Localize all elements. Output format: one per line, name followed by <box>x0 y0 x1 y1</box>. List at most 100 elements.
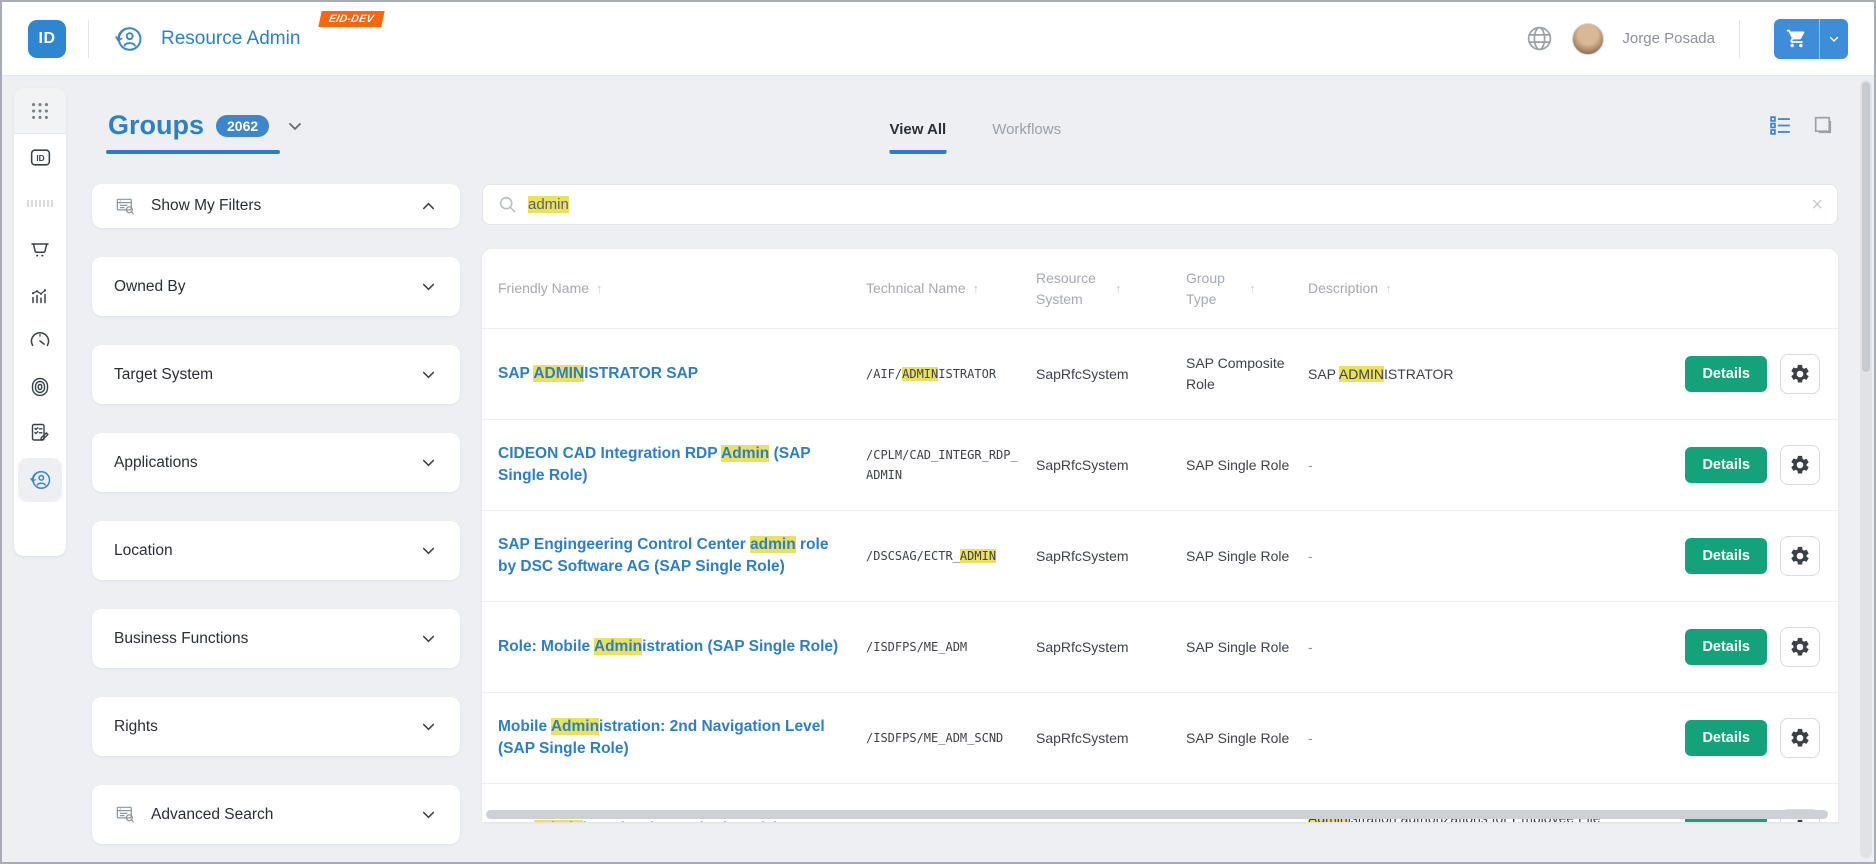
description: - <box>1308 638 1313 655</box>
divider <box>88 19 89 58</box>
vertical-scrollbar-track[interactable] <box>1860 80 1872 858</box>
cart-button[interactable] <box>1774 18 1848 59</box>
highlight: Admin <box>721 444 770 462</box>
description: - <box>1308 547 1313 564</box>
list-view-button[interactable] <box>1768 113 1793 138</box>
apps-grid-button[interactable] <box>14 88 66 134</box>
environment-badge: EID-DEV <box>318 11 385 27</box>
row-settings-button[interactable] <box>1780 536 1820 576</box>
sort-asc-icon <box>1249 281 1256 296</box>
highlight: ADMIN <box>959 548 997 563</box>
filter-label: Advanced Search <box>151 805 274 823</box>
user-avatar[interactable] <box>1572 22 1605 55</box>
row-settings-button[interactable] <box>1780 445 1820 485</box>
chevron-down-icon <box>419 541 438 560</box>
search-input[interactable]: admin × <box>482 184 1838 225</box>
brand-logo[interactable]: ID <box>28 19 66 58</box>
column-header-friendly-name[interactable]: Friendly Name <box>498 278 866 298</box>
column-header-technical-name[interactable]: Technical Name <box>866 278 1036 298</box>
nav-cart-button[interactable] <box>14 226 66 272</box>
nav-forms-button[interactable] <box>14 410 66 456</box>
group-type: SAP Single Role <box>1186 456 1290 473</box>
filter-label: Business Functions <box>114 629 249 647</box>
filter-owned-by[interactable]: Owned By <box>92 257 460 316</box>
friendly-name-link[interactable]: SAP ADMINISTRATOR SAP <box>498 363 866 385</box>
resource-admin-icon <box>111 22 145 56</box>
column-header-resource-system[interactable]: Resource System <box>1036 268 1186 309</box>
filter-rights[interactable]: Rights <box>92 697 460 756</box>
nav-analytics-button[interactable] <box>14 272 66 318</box>
details-button[interactable]: Details <box>1685 356 1767 392</box>
main-content: Groups 2062 View All Workflows Show My F… <box>92 88 1838 862</box>
chevron-down-icon <box>419 805 438 824</box>
chevron-down-icon[interactable] <box>285 116 305 136</box>
tab-bar: View All Workflows <box>889 121 1061 154</box>
card-view-button[interactable] <box>1811 113 1836 138</box>
tab-view-all[interactable]: View All <box>889 121 947 154</box>
app-title: Resource Admin <box>161 27 301 49</box>
groups-table: Friendly Name Technical Name Resource Sy… <box>482 249 1838 822</box>
technical-name: /ISDFPS/ME_ADM <box>866 639 968 654</box>
row-actions: Details <box>1662 536 1822 576</box>
chevron-down-icon <box>419 365 438 384</box>
details-button[interactable]: Details <box>1685 538 1767 574</box>
filter-location[interactable]: Location <box>92 521 460 580</box>
chevron-down-icon[interactable] <box>1820 19 1848 59</box>
table-row: CIDEON CAD Integration RDP Admin (SAP Si… <box>482 420 1838 511</box>
gear-icon <box>1789 363 1811 385</box>
filter-label: Applications <box>114 453 198 471</box>
nav-resource-admin-button-active[interactable] <box>18 458 62 502</box>
column-header-group-type[interactable]: Group Type <box>1186 268 1308 309</box>
top-bar-right: Jorge Posada <box>1525 18 1848 59</box>
technical-name: /OTEI/ADMINISTRATION <box>866 819 1036 822</box>
filter-business-functions[interactable]: Business Functions <box>92 609 460 668</box>
row-settings-button[interactable] <box>1780 718 1820 758</box>
friendly-name-link[interactable]: CIDEON CAD Integration RDP Admin (SAP Si… <box>498 443 866 488</box>
rail-divider-dashes <box>14 180 66 226</box>
filter-advanced-search[interactable]: Advanced Search <box>92 785 460 844</box>
horizontal-scrollbar[interactable] <box>486 810 1828 819</box>
divider <box>1739 19 1740 58</box>
chevron-down-icon <box>419 453 438 472</box>
page-title-zone: Groups 2062 <box>106 110 309 154</box>
highlight: ADMIN <box>1338 365 1385 382</box>
gear-icon <box>1789 727 1811 749</box>
nav-fingerprint-button[interactable] <box>14 364 66 410</box>
resource-system: SapRfcSystem <box>1036 547 1129 564</box>
filter-applications[interactable]: Applications <box>92 433 460 492</box>
group-type: SAP Single Role <box>1186 638 1290 655</box>
filter-label: Owned By <box>114 277 186 295</box>
globe-icon[interactable] <box>1525 24 1554 53</box>
highlight: Admin <box>534 819 583 822</box>
tab-workflows[interactable]: Workflows <box>992 121 1061 154</box>
group-type: SAP Single Role <box>1186 819 1308 823</box>
filter-label: Target System <box>114 365 214 383</box>
group-type: SAP Single Role <box>1186 547 1290 564</box>
nav-gauge-button[interactable] <box>14 318 66 364</box>
friendly-name-link[interactable]: SAP Engingeering Control Center admin ro… <box>498 534 866 579</box>
details-button[interactable]: Details <box>1685 720 1767 756</box>
table-row: SAP ADMINISTRATOR SAP /AIF/ADMINISTRATOR… <box>482 329 1838 420</box>
filter-label: Location <box>114 541 173 559</box>
row-actions: Details <box>1662 354 1822 394</box>
filter-show-my-filters[interactable]: Show My Filters <box>92 184 460 228</box>
top-bar: ID Resource Admin EID-DEV Jorge Posada <box>2 2 1874 76</box>
details-button[interactable]: Details <box>1685 447 1767 483</box>
filter-label: Rights <box>114 717 158 735</box>
page-head: Groups 2062 View All Workflows <box>92 88 1838 154</box>
details-button[interactable]: Details <box>1685 629 1767 665</box>
row-settings-button[interactable] <box>1780 627 1820 667</box>
vertical-scrollbar-thumb[interactable] <box>1862 82 1870 372</box>
nav-identity-button[interactable]: ID <box>14 134 66 180</box>
row-settings-button[interactable] <box>1780 354 1820 394</box>
friendly-name-link[interactable]: Role: Mobile Administration (SAP Single … <box>498 636 866 658</box>
filter-target-system[interactable]: Target System <box>92 345 460 404</box>
resource-system: SapRfcSystem <box>1036 729 1129 746</box>
column-header-description[interactable]: Description <box>1308 278 1662 298</box>
table-row: Mobile Administration: 2nd Navigation Le… <box>482 693 1838 784</box>
search-icon <box>497 194 518 215</box>
chevron-down-icon <box>419 629 438 648</box>
friendly-name-link[interactable]: Mobile Administration: 2nd Navigation Le… <box>498 716 866 761</box>
clear-search-icon[interactable]: × <box>1811 195 1823 215</box>
table-header-row: Friendly Name Technical Name Resource Sy… <box>482 249 1838 329</box>
